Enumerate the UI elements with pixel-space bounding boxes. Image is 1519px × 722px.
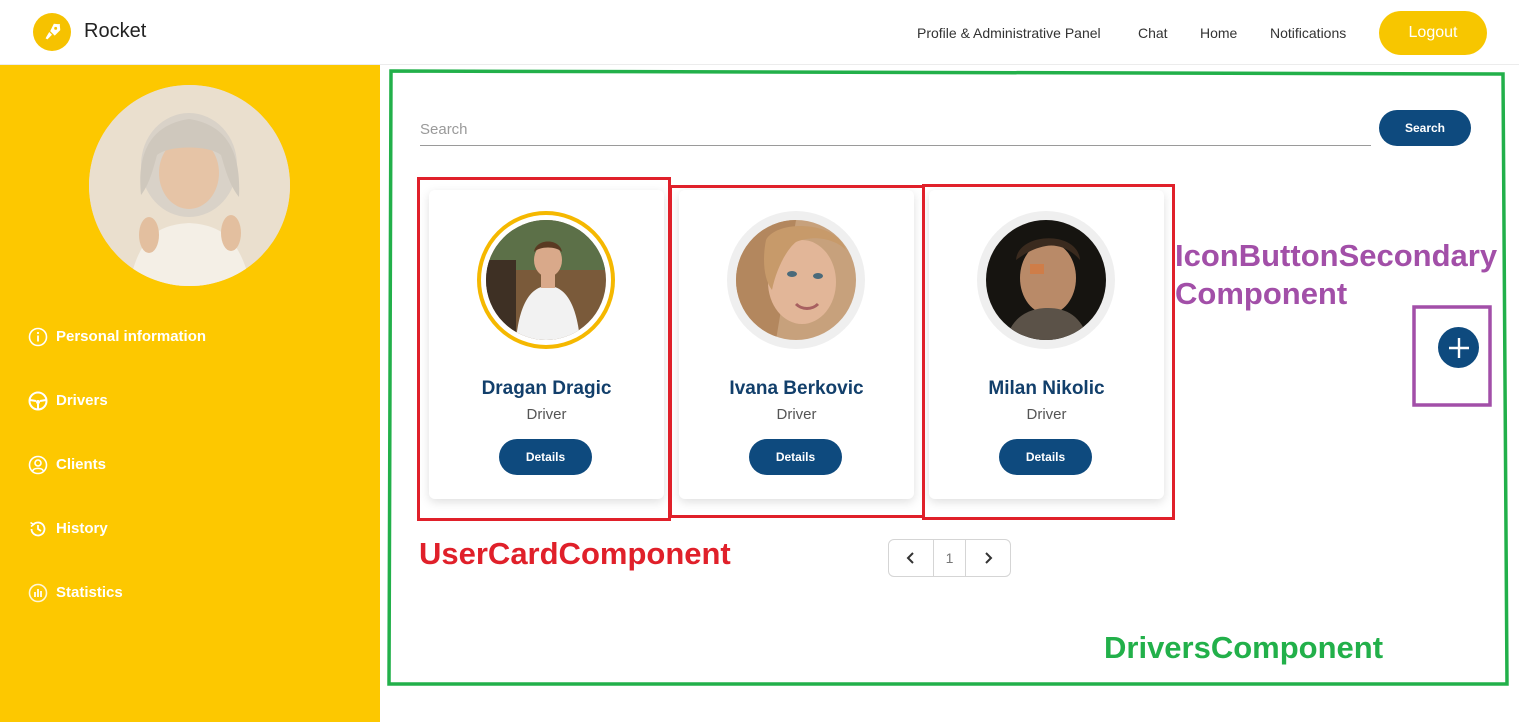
sidebar-item-clients[interactable]: Clients xyxy=(27,454,106,475)
user-circle-icon xyxy=(27,454,48,475)
sidebar-item-label: Personal information xyxy=(56,328,207,345)
sidebar-item-label: History xyxy=(56,520,108,537)
logout-button[interactable]: Logout xyxy=(1379,11,1487,55)
chart-circle-icon xyxy=(27,582,48,603)
details-button[interactable]: Details xyxy=(499,439,592,475)
add-driver-button[interactable] xyxy=(1438,327,1479,368)
drivers-content: Search Dragan Dragic Driver Details xyxy=(380,65,1519,722)
pagination: 1 xyxy=(888,539,1011,577)
user-card-avatar xyxy=(477,211,615,349)
user-card-role: Driver xyxy=(776,406,817,423)
user-card-name: Ivana Berkovic xyxy=(729,378,864,399)
page-number[interactable]: 1 xyxy=(932,540,967,576)
user-card-avatar xyxy=(727,211,865,349)
top-navbar: Rocket Profile & Administrative Panel Ch… xyxy=(0,0,1519,65)
search-button[interactable]: Search xyxy=(1379,110,1471,146)
sidebar-item-personal-information[interactable]: Personal information xyxy=(27,326,206,347)
user-card-avatar xyxy=(977,211,1115,349)
sidebar-item-history[interactable]: History xyxy=(27,518,108,539)
chevron-right-icon[interactable] xyxy=(966,540,1010,576)
user-card: Dragan Dragic Driver Details xyxy=(429,190,664,499)
search-input[interactable] xyxy=(420,115,1320,143)
sidebar-item-statistics[interactable]: Statistics xyxy=(27,582,123,603)
profile-avatar xyxy=(89,85,290,286)
chevron-left-icon[interactable] xyxy=(889,540,933,576)
info-circle-icon xyxy=(27,326,48,347)
brand-name[interactable]: Rocket xyxy=(84,20,146,43)
rocket-logo-icon[interactable] xyxy=(33,13,71,51)
nav-link-chat[interactable]: Chat xyxy=(1138,25,1168,41)
sidebar-item-label: Statistics xyxy=(56,584,123,601)
history-icon xyxy=(27,518,48,539)
nav-link-home[interactable]: Home xyxy=(1200,25,1237,41)
user-card: Milan Nikolic Driver Details xyxy=(929,190,1164,499)
user-card-name: Milan Nikolic xyxy=(988,378,1105,399)
details-button[interactable]: Details xyxy=(749,439,842,475)
sidebar: Personal information Drivers Clients His… xyxy=(0,65,380,722)
user-card-role: Driver xyxy=(526,406,567,423)
sidebar-item-drivers[interactable]: Drivers xyxy=(27,390,108,411)
user-card-role: Driver xyxy=(1026,406,1067,423)
nav-link-notifications[interactable]: Notifications xyxy=(1270,25,1346,41)
user-card-name: Dragan Dragic xyxy=(481,378,612,399)
nav-link-profile[interactable]: Profile & Administrative Panel xyxy=(917,25,1101,41)
user-card: Ivana Berkovic Driver Details xyxy=(679,190,914,499)
sidebar-item-label: Clients xyxy=(56,456,107,473)
details-button[interactable]: Details xyxy=(999,439,1092,475)
steering-wheel-icon xyxy=(27,390,48,411)
sidebar-item-label: Drivers xyxy=(56,392,108,409)
plus-icon xyxy=(1448,337,1469,358)
